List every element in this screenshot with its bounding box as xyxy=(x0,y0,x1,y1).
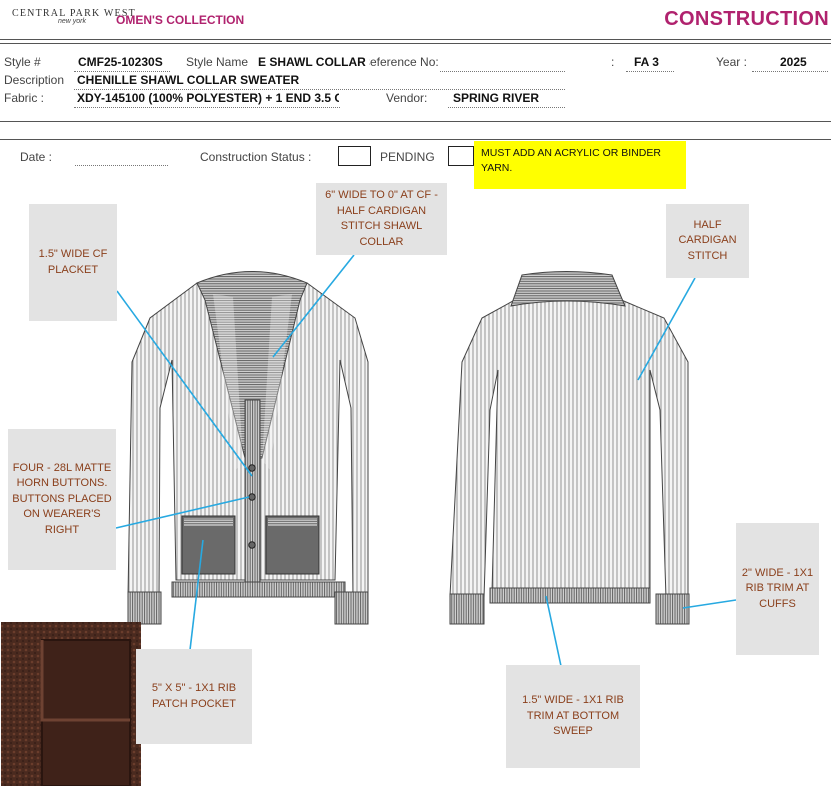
callout-sweep: 1.5" WIDE - 1X1 RIB TRIM AT BOTTOM SWEEP xyxy=(506,665,640,768)
callout-half-cardigan: HALF CARDIGAN STITCH xyxy=(666,204,749,278)
front-sweater-sketch xyxy=(127,271,369,625)
technical-sketch xyxy=(1,254,737,786)
callout-collar: 6" WIDE TO 0" AT CF - HALF CARDIGAN STIT… xyxy=(316,183,447,255)
back-sweater-sketch xyxy=(449,271,690,625)
callout-placket: 1.5" WIDE CF PLACKET xyxy=(29,204,117,321)
callout-buttons: FOUR - 28L MATTE HORN BUTTONS. BUTTONS P… xyxy=(8,429,116,570)
fabric-swatch-photo xyxy=(1,622,141,786)
callout-cuffs: 2" WIDE - 1X1 RIB TRIM AT CUFFS xyxy=(736,523,819,655)
callout-pocket: 5" X 5" - 1X1 RIB PATCH POCKET xyxy=(136,649,252,744)
